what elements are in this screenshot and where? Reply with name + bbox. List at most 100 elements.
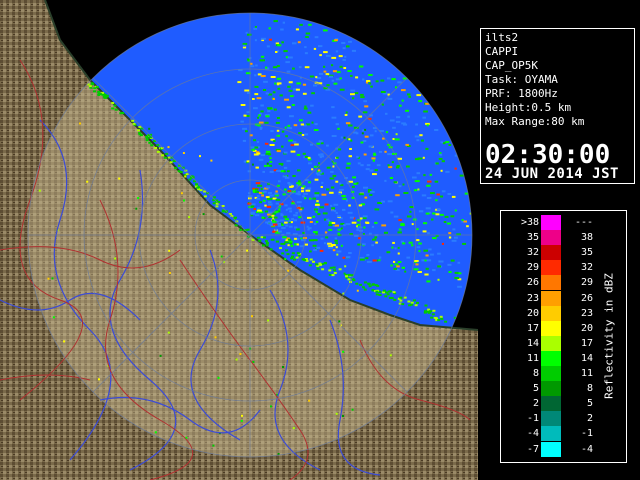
echo-pixel <box>284 221 288 224</box>
echo-pixel <box>370 85 373 88</box>
echo-pixel <box>265 196 270 199</box>
echo-pixel <box>260 75 266 77</box>
echo-pixel <box>312 260 315 263</box>
echo-pixel <box>426 184 431 187</box>
echo-pixel <box>374 208 380 211</box>
echo-pixel <box>301 190 304 193</box>
echo-pixel <box>314 178 319 181</box>
echo-pixel <box>327 246 333 249</box>
echo-pixel <box>167 331 170 334</box>
echo-pixel <box>299 119 303 122</box>
echo-pixel <box>335 242 338 245</box>
echo-pixel <box>431 218 434 221</box>
echo-pixel <box>450 259 455 262</box>
echo-pixel <box>339 65 343 68</box>
echo-pixel <box>188 178 192 181</box>
echo-pixel <box>385 131 389 134</box>
echo-pixel <box>316 246 321 249</box>
legend-row: 26 29 <box>501 275 601 291</box>
echo-pixel <box>269 160 273 163</box>
echo-pixel <box>319 54 322 57</box>
echo-pixel <box>252 98 255 100</box>
echo-pixel <box>324 242 327 245</box>
echo-pixel <box>52 316 55 319</box>
echo-pixel <box>286 170 290 173</box>
echo-pixel <box>300 123 304 126</box>
echo-pixel <box>352 176 356 179</box>
echo-pixel <box>289 185 293 188</box>
echo-pixel <box>345 122 351 125</box>
echo-pixel <box>260 188 263 191</box>
echo-pixel <box>426 197 432 199</box>
echo-pixel <box>93 87 97 90</box>
echo-pixel <box>262 59 265 62</box>
echo-pixel <box>330 186 335 189</box>
echo-pixel <box>332 165 335 168</box>
echo-pixel <box>414 260 419 262</box>
legend-row: -7 -4 <box>501 441 601 457</box>
echo-pixel <box>333 272 337 274</box>
echo-pixel <box>335 246 338 249</box>
legend-swatch <box>541 335 561 351</box>
echo-pixel <box>430 316 434 319</box>
echo-pixel <box>405 109 409 112</box>
echo-pixel <box>356 289 359 292</box>
echo-pixel <box>338 192 342 195</box>
echo-pixel <box>296 153 301 156</box>
echo-pixel <box>264 204 267 207</box>
echo-pixel <box>111 107 115 110</box>
echo-pixel <box>313 249 317 252</box>
echo-pixel <box>315 203 320 206</box>
legend-lower-value: -4 <box>526 428 539 440</box>
echo-pixel <box>267 220 272 223</box>
echo-pixel <box>331 207 335 210</box>
echo-pixel <box>363 226 366 229</box>
echo-pixel <box>378 294 382 296</box>
echo-pixel <box>220 255 223 258</box>
echo-pixel <box>303 124 307 127</box>
echo-pixel <box>351 408 354 411</box>
echo-pixel <box>326 84 330 87</box>
echo-pixel <box>414 135 420 138</box>
echo-pixel <box>416 228 419 231</box>
echo-pixel <box>417 271 422 273</box>
echo-pixel <box>278 208 281 211</box>
echo-pixel <box>246 111 250 114</box>
echo-pixel <box>266 162 269 165</box>
echo-pixel <box>436 193 440 196</box>
echo-pixel <box>318 262 322 265</box>
echo-pixel <box>284 126 287 129</box>
echo-pixel <box>351 49 356 52</box>
echo-pixel <box>253 208 256 210</box>
legend-upper-value: 23 <box>580 307 593 319</box>
echo-pixel <box>347 211 353 214</box>
echo-pixel <box>356 182 359 185</box>
echo-pixel <box>372 159 375 162</box>
echo-pixel <box>414 189 417 192</box>
echo-pixel <box>284 218 289 221</box>
echo-pixel <box>272 66 278 69</box>
legend-row: 14 17 <box>501 335 601 351</box>
echo-pixel <box>425 207 431 210</box>
echo-pixel <box>432 212 436 215</box>
echo-pixel <box>336 156 339 159</box>
echo-pixel <box>337 127 340 130</box>
echo-pixel <box>423 110 428 113</box>
echo-pixel <box>285 224 289 227</box>
echo-pixel <box>261 216 264 219</box>
echo-pixel <box>346 256 351 259</box>
echo-pixel <box>255 166 259 169</box>
echo-pixel <box>337 228 341 231</box>
echo-pixel <box>275 198 281 201</box>
echo-pixel <box>318 171 323 174</box>
echo-pixel <box>258 114 261 117</box>
echo-pixel <box>356 225 358 228</box>
echo-pixel <box>180 192 183 195</box>
echo-pixel <box>415 123 418 126</box>
echo-pixel <box>350 74 353 77</box>
echo-pixel <box>373 152 376 155</box>
echo-pixel <box>311 92 315 95</box>
echo-pixel <box>132 122 136 125</box>
echo-pixel <box>182 152 185 154</box>
echo-pixel <box>346 162 351 165</box>
